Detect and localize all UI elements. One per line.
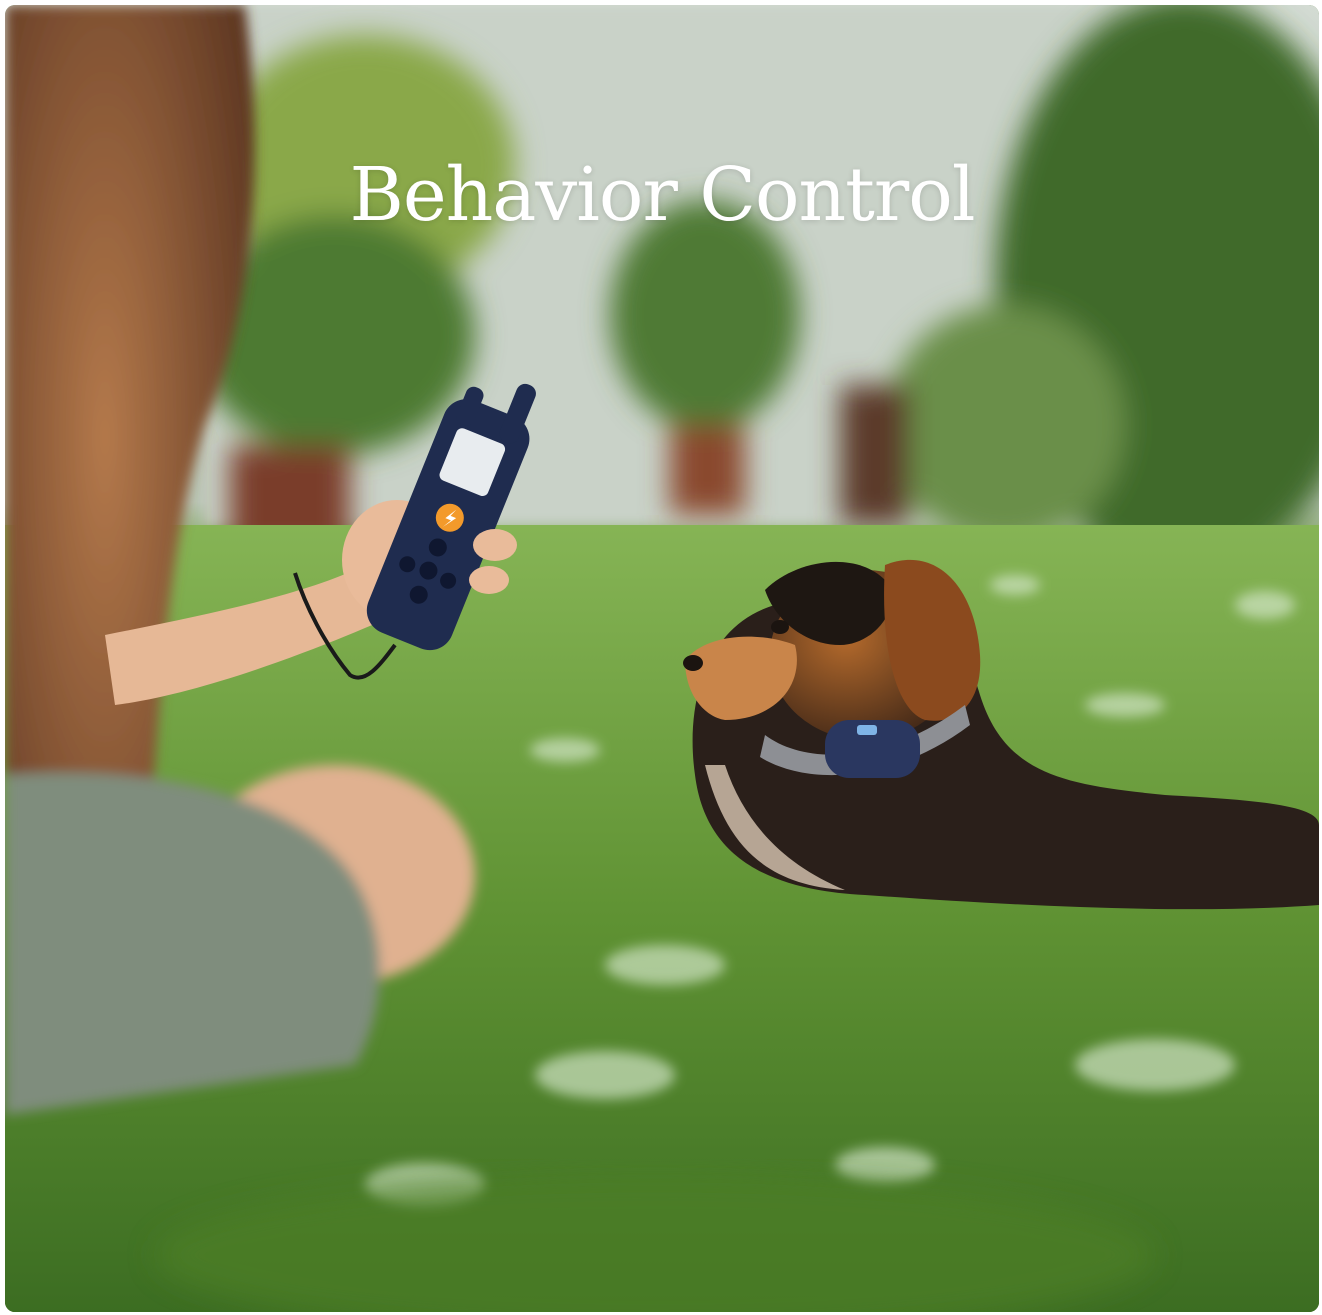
headline: Behavior Control bbox=[349, 151, 975, 238]
product-image: Behavior Control bbox=[5, 5, 1319, 1312]
